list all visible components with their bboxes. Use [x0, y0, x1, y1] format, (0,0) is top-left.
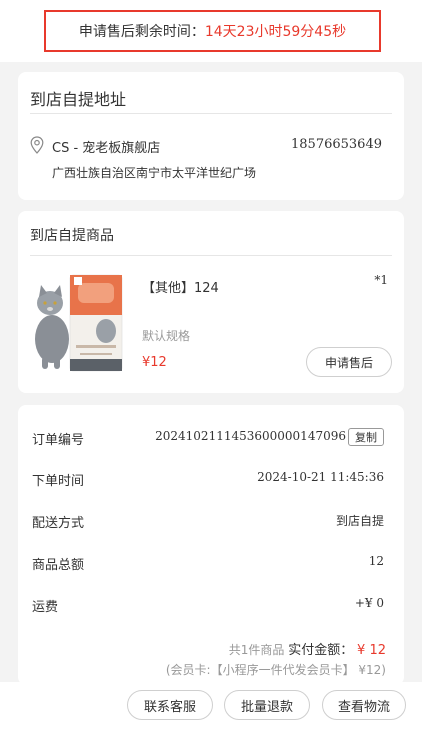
paid-amount: ¥ 12	[357, 643, 386, 658]
bottom-action-bar: 联系客服 批量退款 查看物流	[0, 682, 422, 738]
product-price: ¥12	[142, 355, 167, 370]
location-pin-icon	[30, 136, 44, 154]
payment-summary: 共1件商品 实付金额： ¥ 12	[229, 639, 386, 658]
shipping-fee-label: 运费	[32, 600, 59, 615]
order-number: 2024102111453600000147096	[155, 429, 346, 443]
order-number-label: 订单编号	[32, 433, 85, 448]
product-name[interactable]: 【其他】124	[142, 277, 219, 296]
pickup-address-card: 到店自提地址 CS - 宠老板旗舰店 18576653649 广西壮族自治区南宁…	[18, 72, 404, 200]
product-quantity: *1	[374, 273, 388, 287]
item-count: 共1件商品	[228, 643, 285, 657]
pickup-address-title: 到店自提地址	[30, 90, 127, 109]
pickup-goods-card: 到店自提商品 【其他】124 *1 默认规格 ¥12 申请售后	[18, 211, 404, 393]
timer-label: 申请售后剩余时间：	[78, 24, 205, 40]
contact-service-button[interactable]: 联系客服	[127, 690, 213, 720]
apply-aftersale-button[interactable]: 申请售后	[306, 347, 392, 377]
member-card-note: (会员卡:【小程序一件代发会员卡】 ¥12)	[165, 663, 386, 677]
shipping-fee: +¥ 0	[354, 596, 384, 610]
goods-total-label: 商品总额	[32, 558, 85, 573]
divider	[30, 255, 392, 256]
pickup-goods-title: 到店自提商品	[30, 228, 114, 244]
store-phone[interactable]: 18576653649	[291, 137, 382, 152]
paid-amount-label: 实付金额：	[288, 643, 354, 658]
copy-order-number-button[interactable]: 复制	[348, 428, 384, 446]
delivery-method-label: 配送方式	[32, 516, 85, 531]
view-logistics-button[interactable]: 查看物流	[322, 690, 406, 720]
goods-total: 12	[368, 554, 384, 568]
store-address: 广西壮族自治区南宁市太平洋世纪广场	[52, 166, 257, 180]
order-info-card: 订单编号 2024102111453600000147096 复制 下单时间 2…	[18, 405, 404, 685]
aftersale-timer: 申请售后剩余时间： 14天23小时59分45秒	[44, 10, 381, 52]
order-time: 2024-10-21 11:45:36	[257, 470, 384, 484]
product-image[interactable]	[28, 273, 128, 373]
divider	[30, 113, 392, 114]
timer-countdown: 14天23小时59分45秒	[204, 24, 347, 40]
store-name: CS - 宠老板旗舰店	[52, 141, 161, 156]
batch-refund-button[interactable]: 批量退款	[224, 690, 310, 720]
order-time-label: 下单时间	[32, 474, 85, 489]
delivery-method: 到店自提	[335, 514, 384, 528]
product-spec: 默认规格	[142, 329, 191, 343]
aftersale-timer-bar: 申请售后剩余时间： 14天23小时59分45秒	[0, 0, 422, 62]
